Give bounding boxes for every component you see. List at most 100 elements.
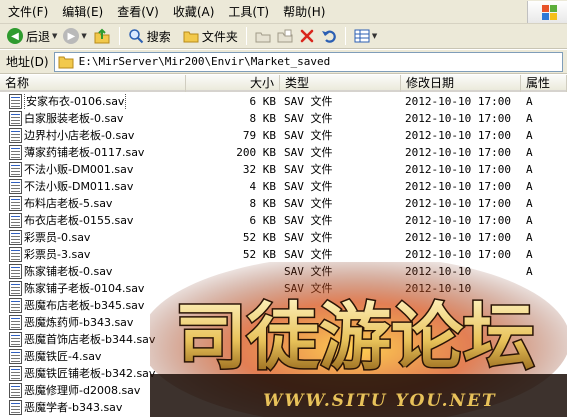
file-name: 恶魔铁匠铺老板-b342.sav <box>24 367 156 380</box>
file-size: 8 KB <box>249 197 277 210</box>
back-button[interactable]: ◀ 后退 ▼ <box>4 25 60 47</box>
forward-button[interactable]: ▶ ▼ <box>60 25 89 47</box>
menu-tools[interactable]: 工具(T) <box>222 1 275 23</box>
file-name: 边界村小店老板-0.sav <box>24 129 135 142</box>
file-row[interactable]: 恶魔铁匠-4.sav <box>0 348 567 365</box>
file-name: 恶魔炼药师-b343.sav <box>24 316 134 329</box>
column-header-date[interactable]: 修改日期 <box>401 75 521 92</box>
file-modified-date <box>405 399 519 416</box>
column-header-size[interactable]: 大小 <box>186 75 280 92</box>
file-size: 4 KB <box>249 180 277 193</box>
file-size: 79 KB <box>242 129 276 142</box>
views-grid-icon <box>354 29 370 43</box>
file-row[interactable]: 安家布衣-0106.sav 6 KB SAV 文件 2012-10-10 17:00 A <box>0 93 567 110</box>
undo-icon <box>321 30 336 43</box>
file-row[interactable]: 陈家铺子老板-0104.sav SAV 文件 2012-10-10 <box>0 280 567 297</box>
menu-bar: 文件(F) 编辑(E) 查看(V) 收藏(A) 工具(T) 帮助(H) <box>0 0 567 24</box>
file-attributes: A <box>526 95 533 108</box>
file-name: 恶魔首饰店老板-b344.sav <box>24 333 156 346</box>
back-label: 后退 <box>26 29 51 44</box>
file-row[interactable]: 恶魔学者-b343.sav <box>0 399 567 416</box>
file-type: SAV 文件 <box>284 231 333 244</box>
file-name-cell: 彩票员-0.sav <box>9 229 185 246</box>
menu-help[interactable]: 帮助(H) <box>277 1 331 23</box>
file-size <box>186 365 276 382</box>
menu-edit[interactable]: 编辑(E) <box>56 1 109 23</box>
file-name-cell: 恶魔学者-b343.sav <box>9 399 185 416</box>
file-row[interactable]: 边界村小店老板-0.sav 79 KB SAV 文件 2012-10-10 17:00… <box>0 127 567 144</box>
file-modified-date <box>405 314 519 331</box>
file-attributes <box>526 314 566 331</box>
file-modified-date: 2012-10-10 17:00 <box>405 112 511 125</box>
file-row[interactable]: 恶魔铁匠铺老板-b342.sav <box>0 365 567 382</box>
file-type: SAV 文件 <box>284 95 333 108</box>
file-size: 32 KB <box>242 163 276 176</box>
file-rows: 安家布衣-0106.sav 6 KB SAV 文件 2012-10-10 17:00 A… <box>0 93 567 416</box>
file-row[interactable]: 彩票员-0.sav 52 KB SAV 文件 2012-10-10 17:00 A <box>0 229 567 246</box>
chevron-down-icon: ▼ <box>81 32 87 40</box>
file-size <box>186 263 276 280</box>
folders-button[interactable]: 文件夹 <box>180 25 241 47</box>
file-name-cell: 陈家铺子老板-0104.sav <box>9 280 185 297</box>
menu-view[interactable]: 查看(V) <box>111 1 165 23</box>
file-attributes <box>526 382 566 399</box>
column-header-attributes[interactable]: 属性 <box>521 75 567 92</box>
file-name: 陈家铺老板-0.sav <box>24 265 113 278</box>
sav-file-icon <box>9 145 22 160</box>
file-size <box>186 382 276 399</box>
file-name-cell: 边界村小店老板-0.sav <box>9 127 185 144</box>
file-row[interactable]: 不法小贩-DM001.sav 32 KB SAV 文件 2012-10-10 17:0… <box>0 161 567 178</box>
file-modified-date: 2012-10-10 17:00 <box>405 214 511 227</box>
file-row[interactable]: 彩票员-3.sav 52 KB SAV 文件 2012-10-10 17:00 A <box>0 246 567 263</box>
search-button[interactable]: 搜索 <box>125 25 174 47</box>
move-to-button[interactable] <box>252 25 274 47</box>
file-type: SAV 文件 <box>284 282 333 295</box>
file-modified-date <box>405 382 519 399</box>
file-row[interactable]: 不法小贩-DM011.sav 4 KB SAV 文件 2012-10-10 17:00… <box>0 178 567 195</box>
column-header-name[interactable]: 名称 <box>0 75 186 92</box>
file-modified-date: 2012-10-10 17:00 <box>405 231 511 244</box>
sav-file-icon <box>9 128 22 143</box>
file-row[interactable]: 白家服装老板-0.sav 8 KB SAV 文件 2012-10-10 17:00 A <box>0 110 567 127</box>
file-size <box>186 331 276 348</box>
column-header-type[interactable]: 类型 <box>280 75 401 92</box>
views-button[interactable]: ▼ <box>351 25 380 47</box>
file-type: SAV 文件 <box>284 197 333 210</box>
address-input[interactable]: E:\MirServer\Mir200\Envir\Market_saved <box>53 51 563 72</box>
file-name-cell: 恶魔布店老板-b345.sav <box>9 297 185 314</box>
search-label: 搜索 <box>146 29 171 44</box>
folder-icon <box>58 56 74 68</box>
file-row[interactable]: 薄家药铺老板-0117.sav 200 KB SAV 文件 2012-10-10 17… <box>0 144 567 161</box>
file-attributes: A <box>526 180 533 193</box>
file-name: 陈家铺子老板-0104.sav <box>24 282 145 295</box>
file-modified-date: 2012-10-10 <box>405 265 472 278</box>
file-row[interactable]: 恶魔布店老板-b345.sav <box>0 297 567 314</box>
file-type: SAV 文件 <box>284 129 333 142</box>
file-row[interactable]: 布衣店老板-0155.sav 6 KB SAV 文件 2012-10-10 17:00… <box>0 212 567 229</box>
up-folder-button[interactable] <box>90 25 114 47</box>
sav-file-icon <box>9 162 22 177</box>
file-name-cell: 恶魔铁匠铺老板-b342.sav <box>9 365 185 382</box>
up-folder-icon <box>94 28 110 44</box>
file-size <box>186 297 276 314</box>
file-row[interactable]: 恶魔修理师-d2008.sav <box>0 382 567 399</box>
file-row[interactable]: 恶魔炼药师-b343.sav <box>0 314 567 331</box>
file-name-cell: 安家布衣-0106.sav <box>9 93 185 110</box>
menu-favorites[interactable]: 收藏(A) <box>167 1 221 23</box>
delete-button[interactable] <box>296 25 318 47</box>
file-type: SAV 文件 <box>284 265 333 278</box>
menu-file[interactable]: 文件(F) <box>2 1 54 23</box>
copy-to-button[interactable] <box>274 25 296 47</box>
folders-label: 文件夹 <box>201 29 238 44</box>
file-name: 彩票员-0.sav <box>24 231 91 244</box>
file-name: 彩票员-3.sav <box>24 248 91 261</box>
file-row[interactable]: 恶魔首饰店老板-b344.sav <box>0 331 567 348</box>
file-modified-date: 2012-10-10 17:00 <box>405 163 511 176</box>
sav-file-icon <box>9 94 22 109</box>
undo-button[interactable] <box>318 25 340 47</box>
file-type <box>284 382 398 399</box>
file-row[interactable]: 陈家铺老板-0.sav SAV 文件 2012-10-10 A <box>0 263 567 280</box>
file-row[interactable]: 布料店老板-5.sav 8 KB SAV 文件 2012-10-10 17:00 A <box>0 195 567 212</box>
column-header-row: 名称 大小 类型 修改日期 属性 <box>0 75 567 92</box>
sav-file-icon <box>9 349 22 364</box>
